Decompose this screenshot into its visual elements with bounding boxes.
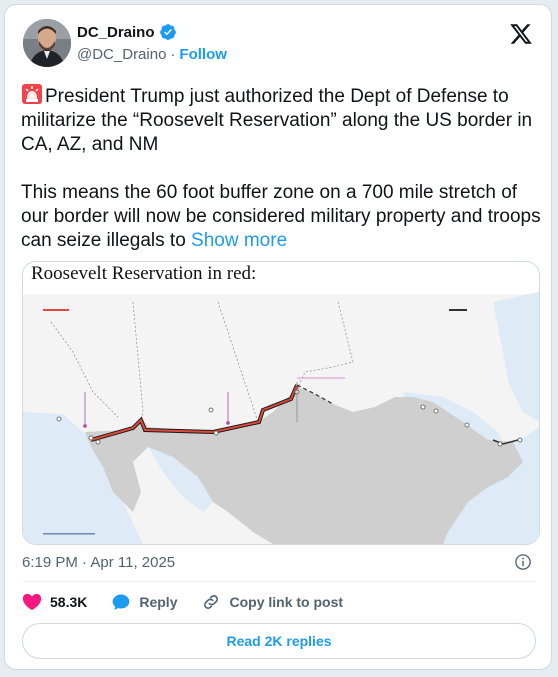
legend-red-mark	[43, 309, 69, 311]
border-map	[23, 292, 539, 544]
reply-button[interactable]: Reply	[111, 592, 177, 612]
author-name[interactable]: DC_Draino	[77, 24, 155, 41]
like-count: 58.3K	[50, 594, 88, 610]
copy-link-button[interactable]: Copy link to post	[201, 592, 343, 612]
copy-link-label: Copy link to post	[229, 594, 344, 610]
post-paragraph-1: President Trump just authorized the Dept…	[21, 86, 538, 155]
avatar[interactable]	[23, 19, 71, 67]
verified-badge-icon	[159, 24, 176, 40]
scale-bar	[43, 533, 95, 535]
rotating-light-emoji-icon	[22, 84, 42, 104]
reply-bubble-icon	[113, 594, 130, 610]
author-name-row: DC_Draino	[77, 23, 177, 41]
tweet-card: DC_Draino @DC_Draino · Follow President …	[4, 4, 552, 670]
like-button[interactable]: 58.3K	[22, 592, 87, 612]
info-icon[interactable]	[514, 553, 532, 571]
author-handle-row: @DC_Draino · Follow	[77, 46, 227, 63]
divider	[22, 581, 536, 582]
legend-dark-mark	[449, 309, 467, 311]
post-text: President Trump just authorized the Dept…	[21, 83, 541, 253]
timestamp[interactable]: 6:19 PM · Apr 11, 2025	[22, 554, 175, 571]
x-logo-icon[interactable]	[509, 22, 533, 46]
show-more-link[interactable]: Show more	[191, 230, 287, 251]
media-title: Roosevelt Reservation in red:	[31, 263, 257, 284]
heart-icon	[22, 593, 42, 610]
avatar-image	[23, 19, 71, 67]
action-bar: 58.3K Reply Copy link to post	[22, 592, 367, 612]
author-handle[interactable]: @DC_Draino	[77, 46, 166, 63]
follow-button[interactable]: Follow	[179, 46, 227, 63]
link-icon	[204, 595, 219, 609]
media-image[interactable]: Roosevelt Reservation in red:	[22, 261, 540, 545]
read-replies-button[interactable]: Read 2K replies	[22, 623, 536, 659]
reply-label: Reply	[139, 594, 178, 610]
separator-dot: ·	[170, 46, 176, 63]
